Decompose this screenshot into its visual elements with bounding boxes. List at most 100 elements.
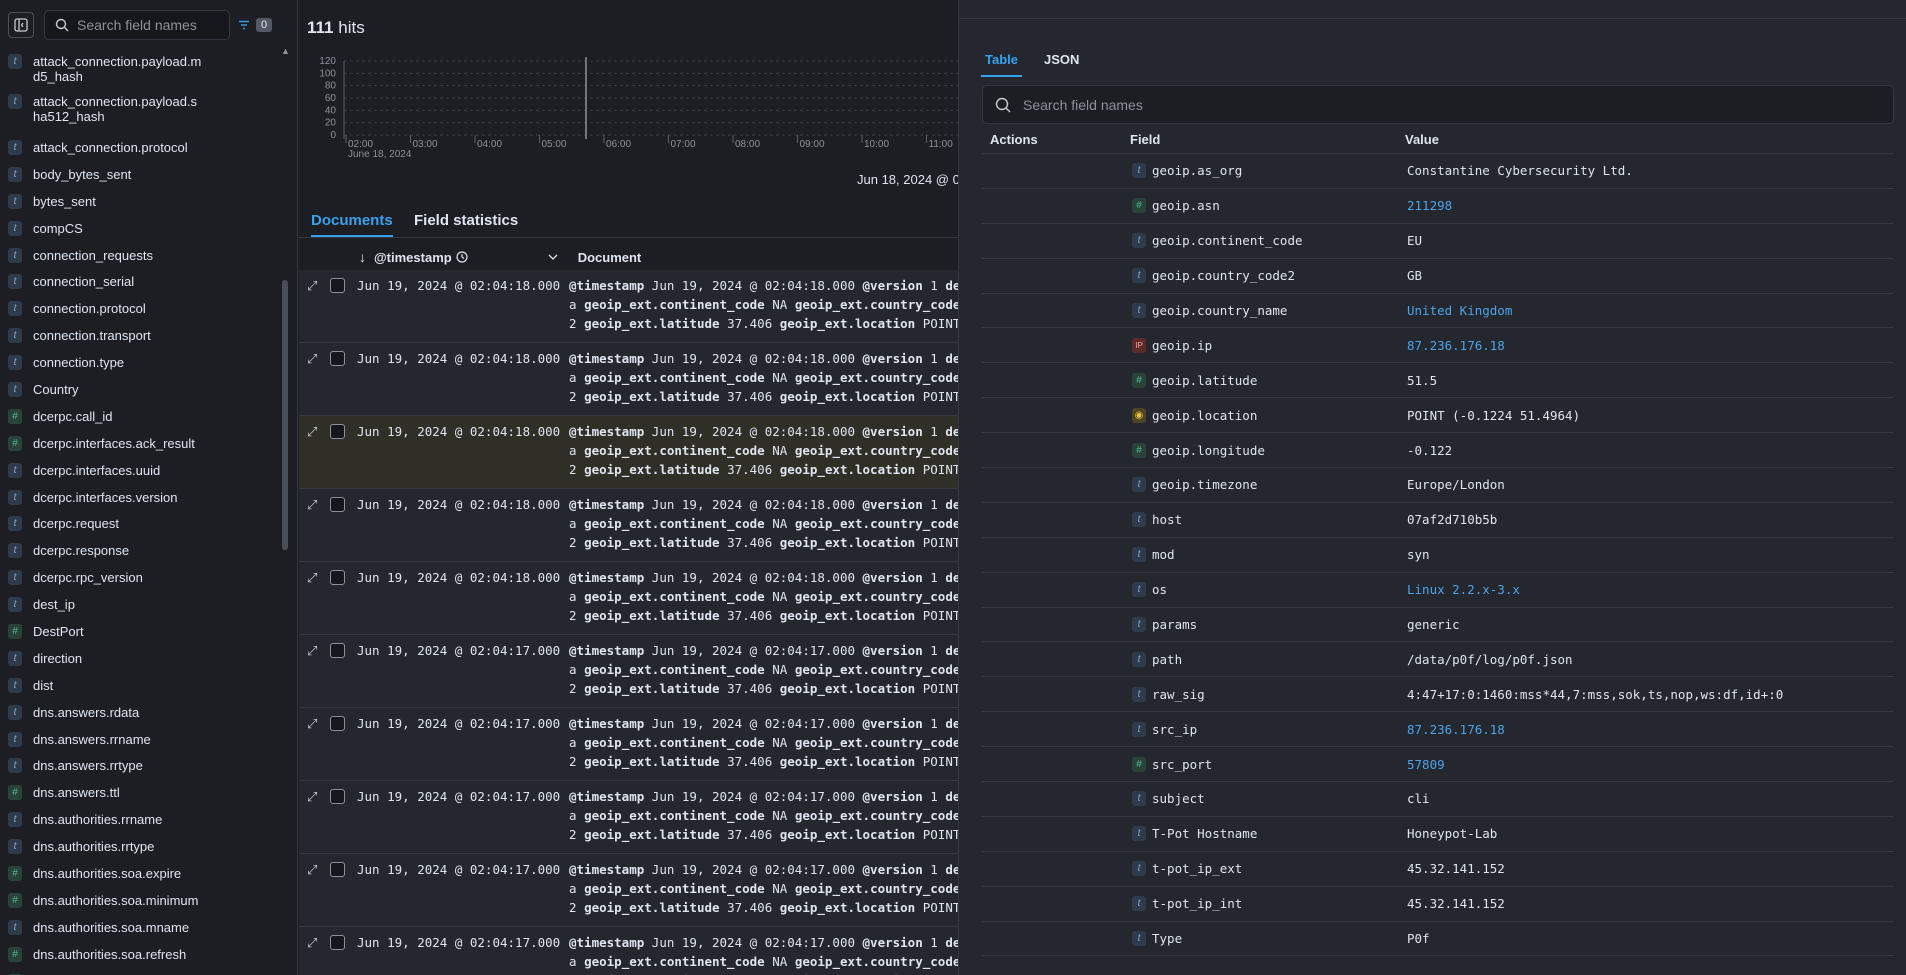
flyout-field-row[interactable]: t t-pot_ip_ext 45.32.141.152 bbox=[982, 852, 1894, 887]
field-list-item[interactable]: t direction bbox=[0, 645, 280, 672]
row-select-checkbox[interactable] bbox=[330, 862, 345, 877]
row-select-checkbox[interactable] bbox=[330, 935, 345, 950]
tab-documents[interactable]: Documents bbox=[311, 212, 393, 237]
tab-field-statistics[interactable]: Field statistics bbox=[414, 212, 518, 235]
field-list-item[interactable]: t connection_serial bbox=[0, 268, 280, 295]
field-list-item[interactable]: # dns.authorities.soa.refresh bbox=[0, 941, 280, 968]
field-list-item[interactable]: # dns.authorities.soa.expire bbox=[0, 860, 280, 887]
row-select-checkbox[interactable] bbox=[330, 278, 345, 293]
row-select-checkbox[interactable] bbox=[330, 643, 345, 658]
expand-icon[interactable]: ⤢ bbox=[307, 424, 317, 440]
scroll-up-icon[interactable]: ▲ bbox=[281, 46, 290, 56]
flyout-search-field[interactable] bbox=[982, 85, 1894, 124]
field-list-item[interactable]: # dcerpc.interfaces.ack_result bbox=[0, 430, 280, 457]
field-list-item[interactable]: #dns.authorities.soa.retry bbox=[0, 968, 280, 975]
table-row[interactable]: ⤢ Jun 19, 2024 @ 02:04:17.000 @timestamp J… bbox=[299, 635, 959, 708]
expand-icon[interactable]: ⤢ bbox=[307, 716, 317, 732]
expand-icon[interactable]: ⤢ bbox=[307, 643, 317, 659]
field-list-item[interactable]: t dns.authorities.rrname bbox=[0, 806, 280, 833]
flyout-field-row[interactable]: t os Linux 2.2.x-3.x bbox=[982, 573, 1894, 608]
flyout-field-row[interactable]: t geoip.as_org Constantine Cybersecurity L… bbox=[982, 154, 1894, 189]
flyout-field-row[interactable]: # src_port 57809 bbox=[982, 747, 1894, 783]
row-select-checkbox[interactable] bbox=[330, 789, 345, 804]
row-select-checkbox[interactable] bbox=[330, 570, 345, 585]
field-list-item[interactable]: t dns.answers.rrtype bbox=[0, 752, 280, 779]
sort-arrow-down-icon[interactable]: ↓ bbox=[359, 249, 366, 265]
table-row[interactable]: ⤢ Jun 19, 2024 @ 02:04:17.000 @timestamp J… bbox=[299, 854, 959, 927]
sidebar-scrollbar[interactable] bbox=[282, 280, 288, 550]
field-value[interactable]: Linux 2.2.x-3.x bbox=[1407, 582, 1520, 597]
flyout-field-row[interactable]: t src_ip 87.236.176.18 bbox=[982, 712, 1894, 748]
table-row[interactable]: ⤢ Jun 19, 2024 @ 02:04:18.000 @timestamp J… bbox=[299, 489, 959, 562]
field-list-item[interactable]: t dns.authorities.soa.mname bbox=[0, 914, 280, 941]
table-row[interactable]: ⤢ Jun 19, 2024 @ 02:04:18.000 @timestamp J… bbox=[299, 270, 959, 343]
field-list-item[interactable]: t dcerpc.response bbox=[0, 537, 280, 564]
expand-icon[interactable]: ⤢ bbox=[307, 497, 317, 513]
flyout-field-row[interactable]: t geoip.continent_code EU bbox=[982, 224, 1894, 259]
field-list-item[interactable]: t Country bbox=[0, 376, 280, 403]
expand-icon[interactable]: ⤢ bbox=[307, 351, 317, 367]
field-list-item[interactable]: # dns.authorities.soa.minimum bbox=[0, 887, 280, 914]
expand-icon[interactable]: ⤢ bbox=[307, 789, 317, 805]
field-list-item[interactable]: t dcerpc.interfaces.version bbox=[0, 484, 280, 511]
table-row[interactable]: ⤢ Jun 19, 2024 @ 02:04:18.000 @timestamp J… bbox=[299, 562, 959, 635]
field-list-item[interactable]: t dcerpc.interfaces.uuid bbox=[0, 457, 280, 484]
table-row[interactable]: ⤢ Jun 19, 2024 @ 02:04:17.000 @timestamp J… bbox=[299, 927, 959, 975]
column-header-document[interactable]: Document bbox=[578, 250, 642, 265]
flyout-field-row[interactable]: ◉ geoip.location POINT (-0.1224 51.4964) bbox=[982, 398, 1894, 434]
field-list-item[interactable]: t connection.protocol bbox=[0, 295, 280, 322]
field-list-item[interactable]: t dcerpc.request bbox=[0, 510, 280, 537]
sidebar-search-input[interactable] bbox=[77, 17, 227, 33]
flyout-search-input[interactable] bbox=[1023, 96, 1873, 113]
field-list-item[interactable]: # dns.answers.ttl bbox=[0, 779, 280, 806]
field-list-item[interactable]: # dcerpc.call_id bbox=[0, 403, 280, 430]
table-row[interactable]: ⤢ Jun 19, 2024 @ 02:04:17.000 @timestamp J… bbox=[299, 708, 959, 781]
row-select-checkbox[interactable] bbox=[330, 351, 345, 366]
field-list-item[interactable]: t dcerpc.rpc_version bbox=[0, 564, 280, 591]
flyout-field-row[interactable]: IP geoip.ip 87.236.176.18 bbox=[982, 328, 1894, 364]
field-list-item[interactable]: t dist bbox=[0, 672, 280, 699]
flyout-field-row[interactable]: t t-pot_ip_int 45.32.141.152 bbox=[982, 887, 1894, 922]
field-list-item[interactable]: t dest_ip bbox=[0, 591, 280, 618]
column-header-timestamp[interactable]: @timestamp bbox=[374, 250, 452, 265]
flyout-field-row[interactable]: t params generic bbox=[982, 608, 1894, 643]
field-value[interactable]: United Kingdom bbox=[1407, 303, 1512, 318]
field-value[interactable]: 87.236.176.18 bbox=[1407, 722, 1505, 737]
field-value[interactable]: 211298 bbox=[1407, 198, 1452, 213]
expand-icon[interactable]: ⤢ bbox=[307, 278, 317, 294]
table-row[interactable]: ⤢ Jun 19, 2024 @ 02:04:18.000 @timestamp J… bbox=[299, 416, 959, 489]
field-list-item[interactable]: t bytes_sent bbox=[0, 188, 280, 215]
tab-json[interactable]: JSON bbox=[1040, 48, 1083, 77]
flyout-field-row[interactable]: t geoip.country_code2 GB bbox=[982, 259, 1894, 294]
flyout-field-row[interactable]: t mod syn bbox=[982, 538, 1894, 573]
flyout-field-row[interactable]: # geoip.asn 211298 bbox=[982, 189, 1894, 224]
flyout-field-row[interactable]: t host 07af2d710b5b bbox=[982, 503, 1894, 538]
field-list-item[interactable]: t connection.type bbox=[0, 349, 280, 376]
flyout-field-row[interactable]: t subject cli bbox=[982, 782, 1894, 817]
flyout-field-row[interactable]: t T-Pot Hostname Honeypot-Lab bbox=[982, 817, 1894, 852]
tab-table[interactable]: Table bbox=[981, 48, 1022, 77]
field-list-item[interactable]: t dns.authorities.rrtype bbox=[0, 833, 280, 860]
field-list-item[interactable]: t attack_connection.payload.sha512_hash bbox=[0, 94, 280, 134]
field-list-item[interactable]: t body_bytes_sent bbox=[0, 161, 280, 188]
field-list-item[interactable]: t compCS bbox=[0, 215, 280, 242]
field-list-item[interactable]: # DestPort bbox=[0, 618, 280, 645]
histogram-chart[interactable]: 12010080604020002:00 03:00 04:00 05:00 06:00… bbox=[299, 52, 959, 162]
field-list-item[interactable]: t dns.answers.rdata bbox=[0, 699, 280, 726]
field-list-item[interactable]: t connection_requests bbox=[0, 242, 280, 269]
flyout-field-row[interactable]: t geoip.timezone Europe/London bbox=[982, 468, 1894, 503]
table-row[interactable]: ⤢ Jun 19, 2024 @ 02:04:18.000 @timestamp J… bbox=[299, 343, 959, 416]
row-select-checkbox[interactable] bbox=[330, 424, 345, 439]
field-value[interactable]: 57809 bbox=[1407, 757, 1445, 772]
row-select-checkbox[interactable] bbox=[330, 716, 345, 731]
sidebar-search-field[interactable] bbox=[44, 10, 230, 40]
flyout-field-row[interactable]: t path/data/p0f/log/p0f.json bbox=[982, 642, 1894, 678]
expand-icon[interactable]: ⤢ bbox=[307, 935, 317, 951]
flyout-field-row[interactable]: # geoip.longitude -0.122 bbox=[982, 433, 1894, 469]
expand-icon[interactable]: ⤢ bbox=[307, 570, 317, 586]
row-select-checkbox[interactable] bbox=[330, 497, 345, 512]
flyout-field-row[interactable]: # geoip.latitude 51.5 bbox=[982, 363, 1894, 399]
field-list-item[interactable]: t dns.answers.rrname bbox=[0, 726, 280, 753]
expand-icon[interactable]: ⤢ bbox=[307, 862, 317, 878]
flyout-field-row[interactable]: t geoip.country_name United Kingdom bbox=[982, 294, 1894, 329]
